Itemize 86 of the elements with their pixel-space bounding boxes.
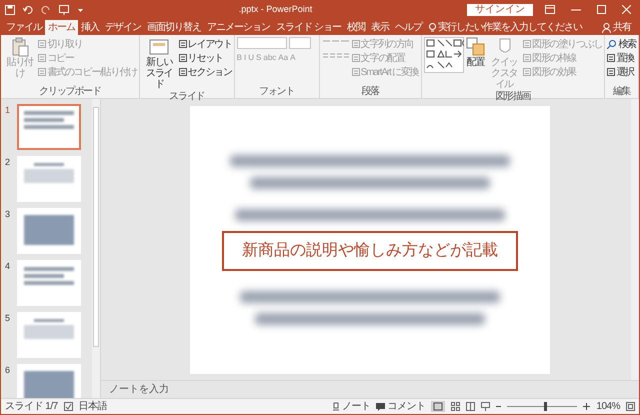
slider-thumb[interactable]: [544, 402, 548, 411]
share-button[interactable]: 共有: [613, 20, 631, 35]
slide-number: 6: [5, 364, 12, 377]
tell-me-search[interactable]: 実行したい作業を入力してください: [438, 20, 582, 35]
notes-icon: [332, 402, 340, 411]
sign-in-button[interactable]: サインイン: [467, 4, 533, 16]
ribbon-display-options-icon[interactable]: [545, 5, 555, 14]
ribbon-tab[interactable]: 挿入: [78, 20, 102, 35]
ribbon-tab[interactable]: 校閲: [344, 20, 368, 35]
ribbon-group-label: 編集: [612, 85, 630, 98]
normal-view-icon[interactable]: [431, 401, 446, 412]
slide-number: 1: [5, 104, 12, 117]
ribbon-button[interactable]: 選択: [607, 65, 636, 79]
ribbon-tab[interactable]: ヘルプ: [392, 20, 425, 35]
slide-number: 3: [5, 208, 12, 221]
vertical-scrollbar[interactable]: [631, 99, 639, 380]
undo-icon[interactable]: [23, 4, 33, 14]
comment-icon: [376, 402, 386, 410]
slide-thumbnail[interactable]: [17, 208, 81, 254]
page-icon: [38, 40, 46, 48]
language-indicator[interactable]: 日本語: [78, 399, 108, 414]
scrollbar-thumb[interactable]: [93, 107, 99, 347]
ribbon-tab[interactable]: 画面切り替え: [144, 20, 204, 35]
slide-thumbnail[interactable]: [17, 104, 81, 150]
font-name-field[interactable]: [236, 37, 287, 49]
slide-number: 2: [5, 156, 12, 169]
ribbon-button[interactable]: 検索: [607, 37, 636, 51]
notes-button[interactable]: ノート: [332, 399, 370, 414]
book-view-icon[interactable]: [466, 402, 476, 411]
ribbon-button[interactable]: 配置: [466, 37, 486, 68]
lightbulb-icon[interactable]: [428, 22, 436, 32]
comments-button[interactable]: コメント: [376, 399, 426, 414]
page-icon: [178, 40, 187, 48]
page-icon: [607, 68, 616, 76]
slide-thumbnail[interactable]: [17, 156, 81, 202]
ribbon-button[interactable]: 新しいスライド: [142, 37, 177, 90]
slide-number: 4: [5, 260, 12, 273]
ribbon-group-label: クリップボード: [39, 85, 101, 98]
page-icon: [352, 54, 360, 62]
ribbon-tab[interactable]: デザイン: [102, 20, 144, 35]
page-icon: [178, 54, 187, 62]
ribbon-button[interactable]: 置換: [607, 51, 636, 65]
ribbon-button[interactable]: リセット: [178, 51, 232, 65]
redo-icon[interactable]: [41, 4, 51, 14]
grid-view-icon[interactable]: [451, 402, 460, 411]
window-title: .pptx - PowerPoint: [238, 2, 314, 16]
ribbon-group-label: 図形描画: [495, 90, 531, 103]
ribbon-button[interactable]: セクション: [178, 65, 232, 79]
ribbon-button[interactable]: レイアウト: [178, 37, 232, 51]
slide-thumbnail[interactable]: [17, 364, 81, 398]
page-icon: [178, 68, 187, 76]
presentation-icon[interactable]: [59, 4, 69, 14]
page-icon: [522, 54, 531, 62]
page-icon: [522, 40, 531, 48]
page-icon: [38, 54, 46, 62]
ribbon-group-label: 段落: [361, 85, 379, 98]
page-icon: [352, 40, 360, 48]
ribbon-tab[interactable]: スライド ショー: [273, 20, 344, 35]
slideshow-icon[interactable]: [481, 402, 490, 411]
close-icon[interactable]: [622, 5, 631, 14]
maximize-icon[interactable]: [597, 5, 606, 14]
zoom-slider[interactable]: [507, 402, 578, 411]
zoom-level[interactable]: 104%: [596, 399, 620, 414]
page-icon: [352, 68, 360, 76]
person-icon[interactable]: [602, 22, 611, 32]
ribbon-group-label: フォント: [259, 85, 294, 98]
page-icon: [38, 68, 46, 76]
page-icon: [607, 54, 616, 62]
slide-counter: スライド 1/7: [5, 400, 58, 414]
ribbon-group-label: スライド: [169, 90, 204, 103]
fit-to-window-icon[interactable]: [626, 402, 635, 411]
slide-thumbnail[interactable]: [17, 260, 81, 306]
ribbon-tab[interactable]: ホーム: [45, 20, 78, 35]
ribbon-tab[interactable]: アニメーション: [204, 20, 273, 35]
ribbon-tab[interactable]: 表示: [368, 20, 392, 35]
callout-text: 新商品の説明や愉しみ方などが記載: [222, 230, 518, 270]
slide-thumbnail[interactable]: [17, 312, 81, 358]
ribbon-tab[interactable]: ファイル: [3, 20, 45, 35]
font-size-field[interactable]: [288, 37, 311, 49]
save-icon[interactable]: [5, 4, 15, 14]
page-icon: [522, 68, 531, 76]
shapes-gallery-icon[interactable]: [424, 37, 464, 73]
zoom-in-icon[interactable]: [583, 402, 590, 411]
spell-check-icon[interactable]: [64, 402, 73, 411]
slide-number: 5: [5, 312, 12, 325]
search-icon: [607, 40, 616, 48]
